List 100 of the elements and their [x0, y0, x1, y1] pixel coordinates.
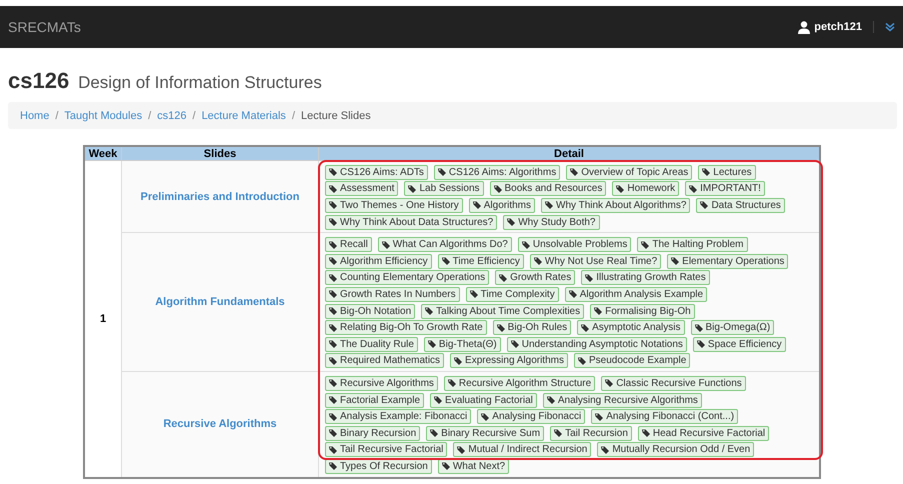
tag-link[interactable]: Two Themes - One History: [325, 198, 463, 213]
tag-link[interactable]: Analysing Fibonacci: [477, 409, 586, 424]
tag-icon: [329, 412, 337, 421]
tag-link[interactable]: Classic Recursive Functions: [601, 376, 746, 391]
tag-link[interactable]: Homework: [612, 181, 680, 196]
tag-icon: [494, 184, 502, 193]
tag-icon: [329, 218, 337, 226]
tag-link[interactable]: Algorithm Efficiency: [325, 254, 432, 269]
tag-link[interactable]: Pseudocode Example: [574, 353, 690, 368]
tag-icon: [428, 340, 436, 348]
tag-icon: [454, 356, 462, 365]
tag-link[interactable]: Required Mathematics: [325, 353, 444, 368]
tag-link[interactable]: Big-Omega(Ω): [690, 320, 774, 336]
tag-link[interactable]: Mutual / Indirect Recursion: [453, 442, 592, 458]
tag-link[interactable]: Books and Resources: [490, 181, 606, 196]
tag-icon: [329, 324, 337, 332]
user-icon: [798, 20, 810, 34]
tag-icon: [329, 274, 337, 282]
tag-link[interactable]: Counting Elementary Operations: [325, 270, 490, 286]
tag-link[interactable]: Assessment: [325, 181, 398, 196]
tag-icon: [568, 290, 577, 298]
tag-icon: [329, 356, 337, 365]
chevron-down-icon[interactable]: [885, 22, 895, 32]
tag-link[interactable]: Recursive Algorithms: [325, 376, 438, 391]
column-header: Week: [84, 146, 122, 160]
tag-link[interactable]: Growth Rates: [495, 270, 576, 286]
tag-link[interactable]: Big-Theta(Θ): [424, 336, 501, 352]
tag-icon: [601, 446, 610, 454]
tag-icon: [472, 201, 481, 210]
tag-link[interactable]: The Halting Problem: [637, 237, 748, 252]
tag-link[interactable]: Data Structures: [696, 198, 785, 213]
breadcrumb-separator: /: [292, 110, 295, 122]
tag-icon: [442, 462, 450, 470]
tag-link[interactable]: Analysis Example: Fibonacci: [325, 409, 472, 424]
username[interactable]: petch121: [814, 21, 862, 33]
tag-link[interactable]: Overview of Topic Areas: [566, 164, 692, 180]
tag-link[interactable]: Evaluating Factorial: [430, 392, 537, 408]
tag-link[interactable]: IMPORTANT!: [685, 181, 765, 196]
tag-icon: [702, 168, 710, 176]
tag-link[interactable]: Big-Oh Rules: [492, 320, 572, 336]
tag-link[interactable]: Big-Oh Notation: [325, 304, 416, 319]
tag-link[interactable]: Why Not Use Real Time?: [530, 254, 662, 269]
tag-link[interactable]: Talking About Time Complexities: [421, 304, 584, 319]
tag-icon: [585, 274, 594, 282]
tag-link[interactable]: Analysing Recursive Algorithms: [542, 392, 702, 408]
tag-icon: [554, 429, 562, 438]
tag-icon: [689, 184, 698, 193]
tag-icon: [671, 257, 680, 266]
tag-link[interactable]: Growth Rates In Numbers: [325, 286, 460, 302]
tag-icon: [329, 429, 337, 438]
tag-link[interactable]: CS126 Aims: Algorithms: [434, 164, 560, 180]
tag-link[interactable]: Space Efficiency: [692, 336, 786, 352]
module-code: cs126: [8, 68, 70, 93]
tag-icon: [605, 379, 614, 388]
brand-name[interactable]: SRECMATs: [8, 19, 81, 35]
tag-icon: [329, 168, 337, 176]
tag-link[interactable]: Algorithms: [468, 198, 535, 213]
tag-link[interactable]: Mutually Recursion Odd / Even: [597, 442, 754, 458]
tag-icon: [578, 356, 586, 365]
tag-link[interactable]: Lectures: [698, 164, 756, 180]
tag-icon: [534, 257, 542, 266]
tag-link[interactable]: What Can Algorithms Do?: [378, 237, 512, 252]
tag-link[interactable]: Time Complexity: [466, 286, 559, 302]
tag-link[interactable]: Why Think About Data Structures?: [325, 214, 498, 230]
tag-icon: [696, 340, 705, 348]
tag-link[interactable]: Asymptotic Analysis: [577, 320, 685, 336]
tag-icon: [570, 168, 578, 176]
tag-link[interactable]: Factorial Example: [325, 392, 424, 408]
tag-icon: [594, 307, 602, 316]
tag-link[interactable]: Why Think About Algorithms?: [541, 198, 690, 213]
tag-icon: [457, 446, 466, 454]
tag-link[interactable]: Recall: [325, 237, 372, 252]
tag-link[interactable]: Head Recursive Factorial: [638, 426, 770, 441]
tag-link[interactable]: Illustrating Growth Rates: [581, 270, 710, 286]
tag-link[interactable]: Recursive Algorithm Structure: [444, 376, 596, 391]
tag-link[interactable]: Unsolvable Problems: [518, 237, 632, 252]
tag-link[interactable]: Binary Recursive Sum: [426, 426, 544, 441]
tag-link[interactable]: Why Study Both?: [503, 214, 600, 230]
tag-link[interactable]: Elementary Operations: [667, 254, 788, 269]
tag-icon: [616, 184, 624, 193]
tag-link[interactable]: CS126 Aims: ADTs: [325, 164, 428, 180]
module-title: Design of Information Structures: [78, 73, 322, 92]
breadcrumb-current: Lecture Slides: [301, 110, 371, 122]
tag-link[interactable]: Analysing Fibonacci (Cont...): [591, 409, 738, 424]
tag-link[interactable]: Tail Recursion: [550, 426, 632, 441]
tag-icon: [329, 462, 337, 470]
tag-link[interactable]: Understanding Asymptotic Notations: [506, 336, 687, 352]
tag-link[interactable]: Lab Sessions: [404, 181, 484, 196]
tag-icon: [448, 379, 456, 388]
tag-link[interactable]: Expressing Algorithms: [450, 353, 568, 368]
tag-icon: [329, 257, 337, 266]
tag-icon: [329, 379, 337, 388]
tag-link[interactable]: Binary Recursion: [325, 426, 420, 441]
tag-link[interactable]: Relating Big-Oh To Growth Rate: [325, 320, 487, 336]
tag-link[interactable]: Time Efficiency: [438, 254, 524, 269]
tag-link[interactable]: Tail Recursive Factorial: [325, 442, 448, 458]
tag-link[interactable]: The Duality Rule: [325, 336, 418, 352]
column-header: Slides: [122, 146, 318, 160]
tag-link[interactable]: Formalising Big-Oh: [590, 304, 695, 319]
tag-link[interactable]: Algorithm Analysis Example: [564, 286, 708, 302]
